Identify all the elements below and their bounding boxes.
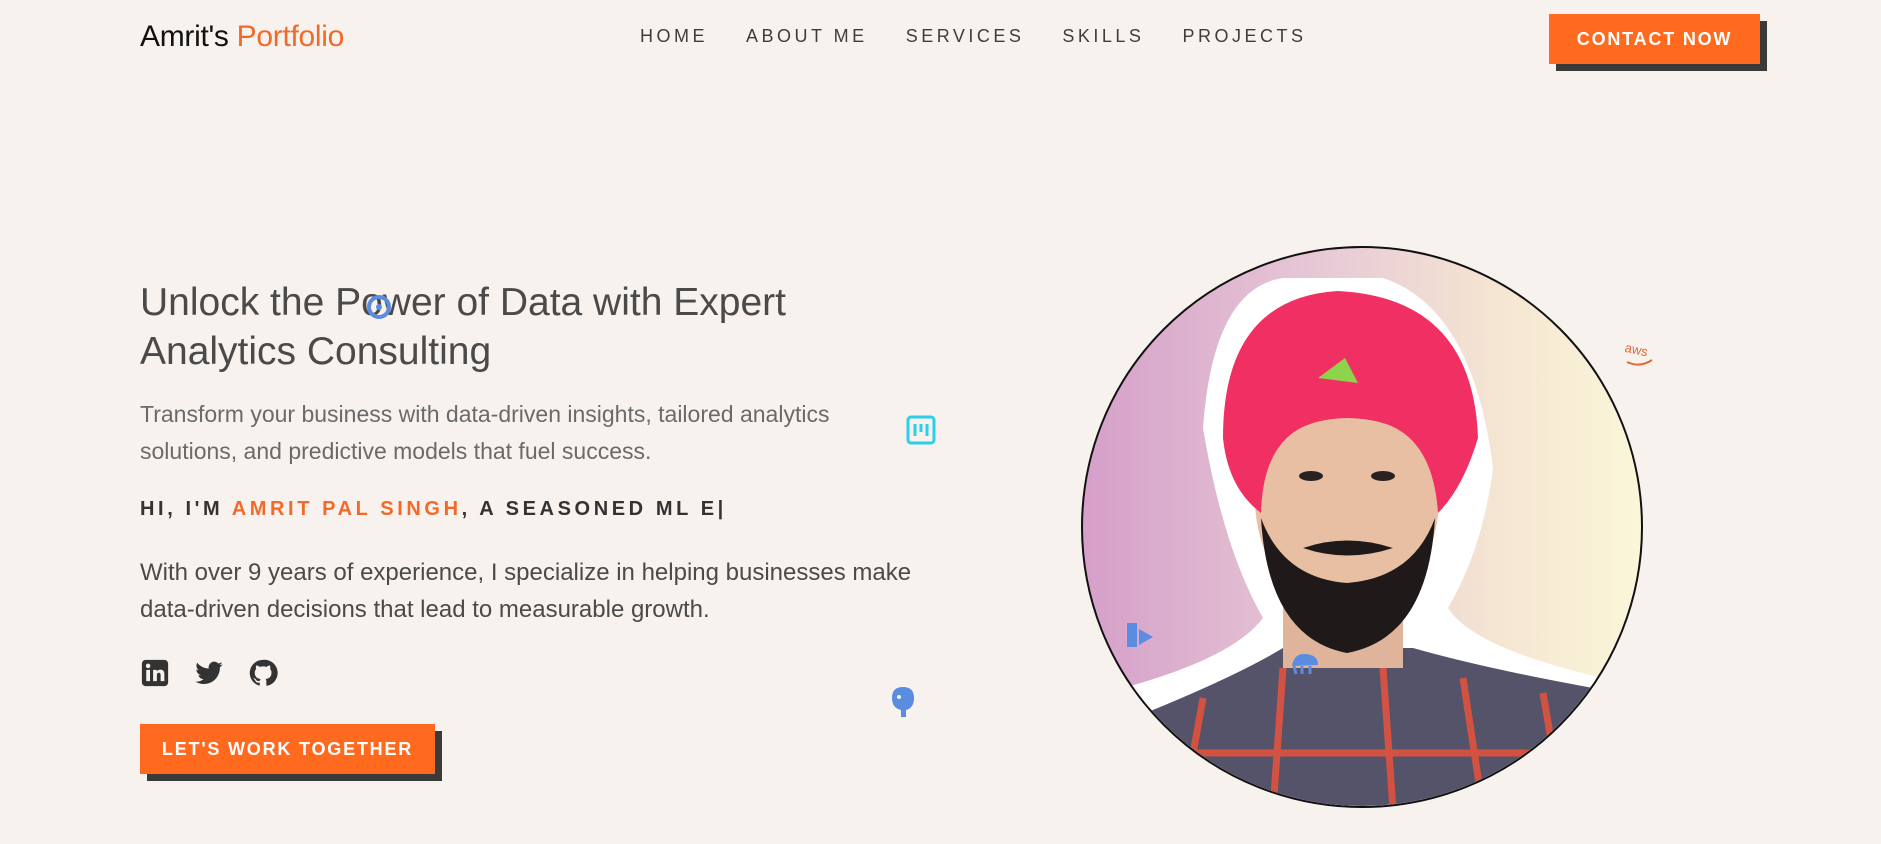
aws-icon-label: aws — [1624, 340, 1650, 359]
twitter-icon[interactable] — [194, 658, 224, 688]
logo-main: Amrit's — [140, 20, 229, 53]
aws-icon: aws — [1622, 340, 1658, 373]
floating-tech-icon-3 — [1121, 617, 1157, 658]
nav-services[interactable]: SERVICES — [906, 26, 1025, 47]
floating-tech-icon-1 — [365, 293, 393, 326]
lets-work-together-button[interactable]: LET'S WORK TOGETHER — [140, 724, 435, 774]
postgres-icon — [886, 684, 920, 725]
site-logo[interactable]: Amrit's Portfolio — [140, 20, 344, 54]
hero-description: With over 9 years of experience, I speci… — [140, 559, 912, 623]
linkedin-icon[interactable] — [140, 658, 170, 688]
main-nav: HOME ABOUT ME SERVICES SKILLS PROJECTS — [640, 26, 1306, 47]
intro-typewriter: HI, I'M AMRIT PAL SINGH, A SEASONED ML E… — [140, 498, 727, 521]
floating-tech-icon-4 — [1288, 650, 1322, 681]
hero-title: Unlock the Power of Data with Expert Ana… — [140, 281, 786, 373]
page: Amrit's Portfolio HOME ABOUT ME SERVICES… — [0, 0, 1881, 844]
github-icon[interactable] — [248, 658, 278, 688]
contact-now-button[interactable]: CONTACT NOW — [1549, 14, 1760, 64]
nav-projects[interactable]: PROJECTS — [1182, 26, 1306, 47]
intro-suffix: , A SEASONED ML E| — [461, 498, 727, 520]
portrait-illustration — [1113, 278, 1603, 806]
floating-tech-icon-2 — [905, 414, 937, 451]
hero-subtitle: Transform your business with data-driven… — [140, 401, 830, 464]
profile-portrait — [1081, 246, 1643, 808]
logo-accent: Portfolio — [236, 20, 345, 53]
nav-home[interactable]: HOME — [640, 26, 708, 47]
nav-about-me[interactable]: ABOUT ME — [746, 26, 868, 47]
nav-skills[interactable]: SKILLS — [1062, 26, 1144, 47]
social-links — [140, 658, 278, 688]
intro-name: AMRIT PAL SINGH — [231, 498, 462, 520]
intro-prefix: HI, I'M — [140, 498, 232, 520]
